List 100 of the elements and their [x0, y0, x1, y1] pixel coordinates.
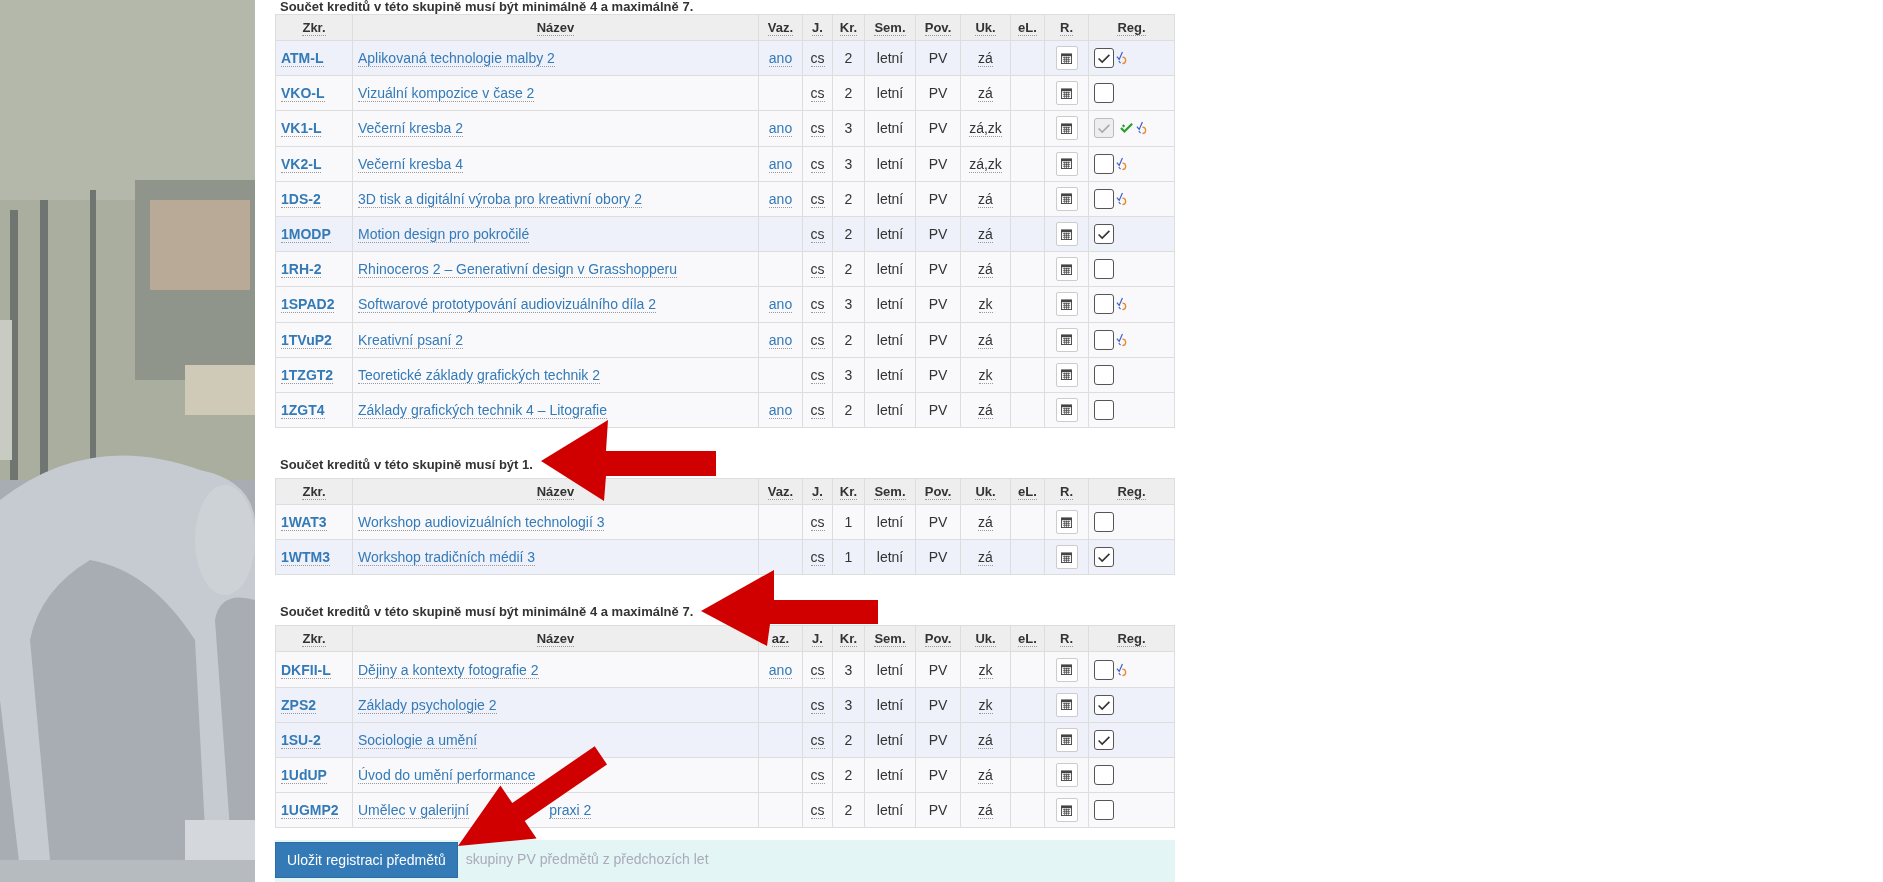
course-name-link[interactable]: Sociologie a umění: [358, 731, 478, 749]
course-name-link[interactable]: Základy psychologie 2: [358, 696, 497, 714]
register-checkbox[interactable]: [1094, 694, 1114, 715]
check-arc-icon[interactable]: [1116, 191, 1127, 206]
register-checkbox[interactable]: [1094, 83, 1114, 104]
schedule-button[interactable]: [1055, 510, 1078, 535]
schedule-button[interactable]: [1055, 116, 1078, 141]
type-cell: PV: [928, 85, 948, 102]
completion-cell: zá: [978, 50, 993, 68]
column-header: Uk.: [975, 484, 996, 501]
course-name-link[interactable]: Kreativní psaní 2: [358, 331, 464, 349]
semester-cell: letní: [876, 155, 904, 172]
save-button[interactable]: Uložit registraci předmětů: [275, 842, 458, 879]
register-checkbox[interactable]: [1094, 224, 1114, 245]
credits-cell: 2: [844, 190, 853, 207]
register-checkbox[interactable]: [1094, 765, 1114, 786]
schedule-button[interactable]: [1055, 397, 1078, 422]
column-header: Uk.: [975, 631, 996, 648]
register-checkbox[interactable]: [1094, 153, 1114, 174]
column-header: Sem.: [874, 20, 906, 36]
type-cell: PV: [928, 155, 948, 172]
type-cell: PV: [928, 696, 948, 713]
semester-cell: letní: [876, 120, 904, 137]
language-cell: cs: [810, 50, 825, 68]
completion-cell: zá: [978, 514, 993, 532]
schedule-button[interactable]: [1055, 798, 1078, 823]
semester-cell: letní: [876, 190, 904, 207]
completion-cell: zá: [978, 549, 993, 567]
semester-cell: letní: [876, 331, 904, 348]
language-cell: cs: [810, 549, 825, 567]
schedule-button[interactable]: [1055, 186, 1078, 211]
semester-cell: letní: [876, 50, 904, 67]
register-checkbox[interactable]: [1094, 512, 1114, 533]
column-header: Kr.: [839, 631, 858, 648]
column-header: Reg.: [1117, 484, 1146, 501]
schedule-button[interactable]: [1055, 763, 1078, 788]
register-checkbox[interactable]: [1094, 399, 1114, 420]
type-cell: PV: [928, 296, 948, 313]
check-arc-icon[interactable]: [1116, 297, 1127, 312]
schedule-button[interactable]: [1055, 81, 1078, 106]
language-cell: cs: [810, 331, 825, 349]
schedule-button[interactable]: [1055, 222, 1078, 247]
credits-cell: 2: [844, 767, 853, 784]
schedule-button[interactable]: [1055, 545, 1078, 570]
credits-cell: 2: [844, 261, 853, 278]
column-header: Zkr.: [302, 20, 326, 36]
register-checkbox[interactable]: [1094, 800, 1114, 821]
register-checkbox[interactable]: [1094, 259, 1114, 280]
register-checkbox[interactable]: [1094, 48, 1114, 69]
schedule-button[interactable]: [1055, 292, 1078, 317]
check-arc-icon[interactable]: [1116, 156, 1127, 171]
register-checkbox[interactable]: [1094, 729, 1114, 750]
schedule-button[interactable]: [1055, 327, 1078, 352]
register-checkbox[interactable]: [1094, 294, 1114, 315]
check-arc-icon[interactable]: [1116, 51, 1127, 66]
credits-cell: 2: [844, 85, 853, 102]
column-header: Vaz.: [767, 20, 794, 36]
semester-cell: letní: [876, 661, 904, 678]
check-arc-icon[interactable]: [1116, 662, 1127, 677]
calendar-icon: [1061, 664, 1072, 676]
calendar-icon: [1061, 516, 1072, 528]
completion-cell: zá: [978, 767, 993, 785]
calendar-icon: [1061, 52, 1072, 64]
register-checkbox[interactable]: [1094, 188, 1114, 209]
semester-cell: letní: [876, 514, 904, 531]
language-cell: cs: [810, 661, 825, 679]
course-name-link[interactable]: Umělec v galerijní: [358, 802, 470, 820]
schedule-button[interactable]: [1055, 657, 1078, 682]
calendar-icon: [1061, 334, 1072, 346]
schedule-button[interactable]: [1055, 151, 1078, 176]
check-arc-icon[interactable]: [1116, 332, 1127, 347]
type-cell: PV: [928, 50, 948, 67]
type-cell: PV: [928, 120, 948, 137]
semester-cell: letní: [876, 767, 904, 784]
register-checkbox[interactable]: [1094, 364, 1114, 385]
course-name-link[interactable]: Večerní kresba 4: [358, 155, 464, 173]
credits-cell: 3: [844, 366, 853, 383]
semester-cell: letní: [876, 549, 904, 566]
register-checkbox[interactable]: [1094, 329, 1114, 350]
schedule-button[interactable]: [1055, 692, 1078, 717]
calendar-icon: [1061, 87, 1072, 99]
calendar-icon: [1061, 734, 1072, 746]
language-cell: cs: [810, 296, 825, 314]
credits-cell: 1: [844, 514, 853, 531]
completion-cell: zk: [978, 661, 993, 679]
schedule-button[interactable]: [1055, 46, 1078, 71]
completion-cell: zá: [978, 802, 993, 820]
register-checkbox[interactable]: [1094, 547, 1114, 568]
schedule-button[interactable]: [1055, 727, 1078, 752]
credits-cell: 3: [844, 661, 853, 678]
calendar-icon: [1061, 298, 1072, 310]
credits-cell: 3: [844, 296, 853, 313]
register-checkbox[interactable]: [1094, 659, 1114, 680]
column-header: Pov.: [924, 484, 952, 501]
schedule-button[interactable]: [1055, 257, 1078, 282]
credits-cell: 1: [844, 549, 853, 566]
type-cell: PV: [928, 549, 948, 566]
completion-cell: zá,zk: [969, 155, 1002, 173]
column-header: Reg.: [1117, 20, 1146, 36]
schedule-button[interactable]: [1055, 362, 1078, 387]
